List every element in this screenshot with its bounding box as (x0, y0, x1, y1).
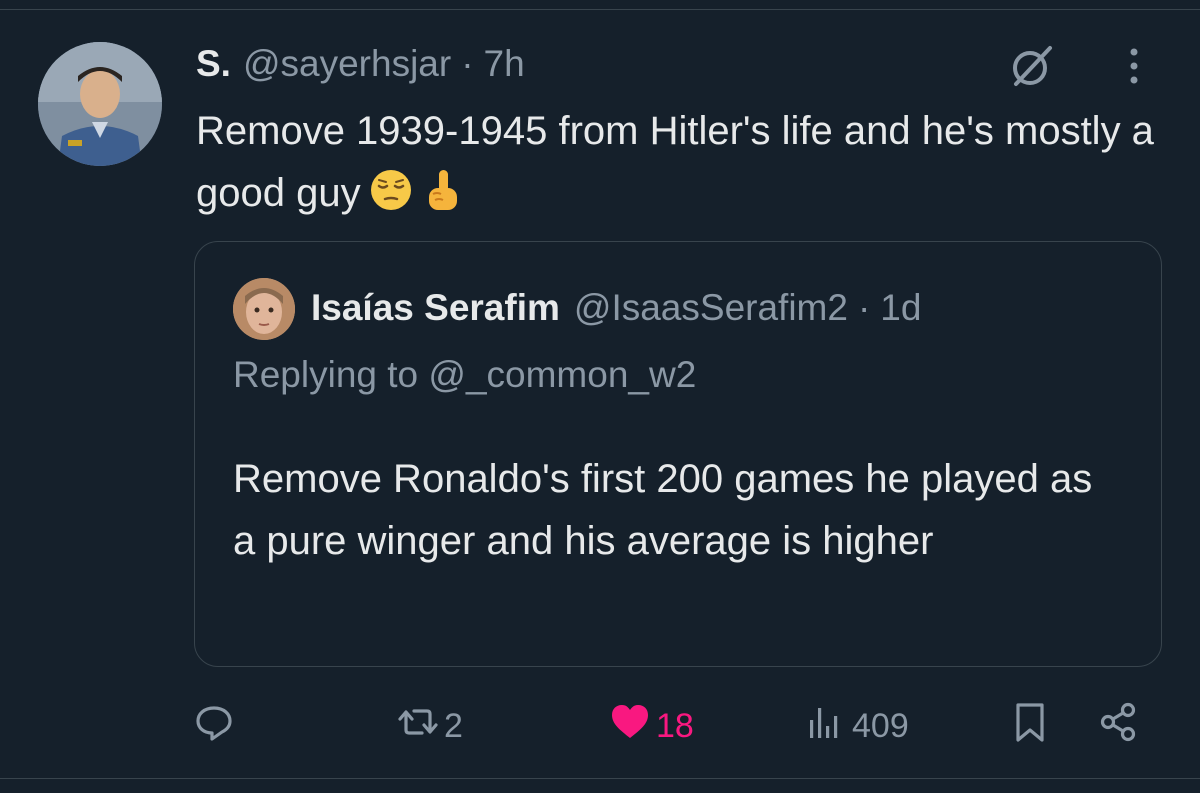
tweet-timestamp[interactable]: 7h (484, 43, 525, 85)
tweet-header: S. @sayerhsjar · 7h (196, 38, 525, 90)
bottom-divider (0, 778, 1200, 779)
views-icon (804, 700, 848, 753)
reply-icon (192, 700, 236, 753)
share-icon (1096, 700, 1140, 753)
author-display-name[interactable]: S. (196, 43, 231, 85)
views-count: 409 (852, 706, 909, 745)
retweet-icon (396, 700, 440, 753)
heart-icon (608, 700, 652, 753)
quoted-tweet-header: Isaías Serafim @IsaasSerafim2 · 1d (311, 282, 921, 334)
bookmark-button[interactable] (1008, 696, 1052, 756)
grok-icon[interactable] (1008, 42, 1056, 90)
quoted-author-handle[interactable]: @IsaasSerafim2 (574, 287, 848, 329)
retweet-button[interactable]: 2 (396, 696, 463, 756)
top-divider (0, 0, 1200, 10)
quoted-tweet-text: Remove Ronaldo's first 200 games he play… (233, 457, 1093, 563)
bookmark-icon (1008, 700, 1052, 753)
quoted-author-display-name[interactable]: Isaías Serafim (311, 287, 560, 329)
tweet-text: Remove 1939-1945 from Hitler's life and … (196, 100, 1176, 224)
like-count: 18 (656, 706, 694, 745)
author-avatar[interactable] (38, 42, 162, 166)
tweet-action-bar: 2 18 409 (0, 696, 1200, 756)
quoted-author-avatar[interactable] (233, 278, 295, 340)
tweet-body: Remove 1939-1945 from Hitler's life and … (196, 109, 1154, 215)
like-button[interactable]: 18 (608, 696, 694, 756)
retweet-count: 2 (444, 706, 463, 745)
separator-dot: · (461, 43, 474, 84)
quoted-replying-to: Replying to @_common_w2 (233, 354, 697, 395)
reply-button[interactable] (192, 696, 240, 756)
author-handle[interactable]: @sayerhsjar (243, 43, 451, 85)
pensive-face-emoji (369, 168, 413, 212)
quoted-separator-dot: · (857, 287, 871, 328)
views-button[interactable]: 409 (804, 696, 909, 756)
more-options-icon[interactable] (1118, 42, 1150, 90)
quoted-tweet-timestamp[interactable]: 1d (880, 287, 921, 329)
quoted-tweet-card[interactable]: Isaías Serafim @IsaasSerafim2 · 1d Reply… (194, 241, 1162, 667)
index-pointing-up-emoji (421, 168, 465, 212)
share-button[interactable] (1096, 696, 1140, 756)
